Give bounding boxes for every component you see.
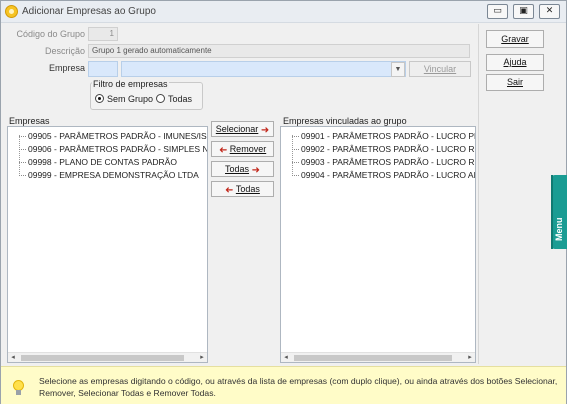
radio-sem-grupo-label[interactable]: Sem Grupo xyxy=(107,94,153,104)
arrow-right-icon: ➜ xyxy=(260,125,270,136)
remover-button[interactable]: ➜ Remover xyxy=(211,141,274,157)
minimize-button[interactable]: ▭ xyxy=(487,4,508,19)
descricao-field: Grupo 1 gerado automaticamente xyxy=(88,44,470,58)
vinculadas-title: Empresas vinculadas ao grupo xyxy=(283,116,407,126)
dialog-window: Adicionar Empresas ao Grupo ▭ ▣ ✕ Código… xyxy=(0,0,567,404)
list-item[interactable]: 09901 - PARÂMETROS PADRÃO - LUCRO PRE xyxy=(292,131,475,141)
hint-text: Selecione as empresas digitando o código… xyxy=(39,376,558,398)
selecionar-button[interactable]: Selecionar ➜ xyxy=(211,121,274,137)
menu-tab[interactable]: Menu xyxy=(551,175,567,249)
list-item[interactable]: 09903 - PARÂMETROS PADRÃO - LUCRO REA xyxy=(292,157,475,167)
scroll-thumb[interactable] xyxy=(294,355,452,361)
title-bar: Adicionar Empresas ao Grupo ▭ ▣ ✕ xyxy=(1,1,566,23)
sair-button[interactable]: Sair xyxy=(486,74,544,91)
empresa-code-input[interactable] xyxy=(88,61,118,77)
maximize-button[interactable]: ▣ xyxy=(513,4,534,19)
empresas-hscrollbar[interactable]: ◂ ▸ xyxy=(8,352,207,362)
list-item[interactable]: 09904 - PARÂMETROS PADRÃO - LUCRO ARB xyxy=(292,170,475,180)
window-title: Adicionar Empresas ao Grupo xyxy=(22,6,156,17)
vinculadas-list[interactable]: 09901 - PARÂMETROS PADRÃO - LUCRO PRE 09… xyxy=(280,126,476,363)
radio-todas[interactable] xyxy=(156,94,165,103)
arrow-left-icon: ➜ xyxy=(225,185,234,196)
vincular-button[interactable]: Vincular xyxy=(409,61,471,77)
list-item[interactable]: 09998 - PLANO DE CONTAS PADRÃO xyxy=(19,157,177,167)
menu-tab-label: Menu xyxy=(554,217,564,242)
list-item[interactable]: 09902 - PARÂMETROS PADRÃO - LUCRO REA xyxy=(292,144,475,154)
scroll-left-icon[interactable]: ◂ xyxy=(281,353,291,362)
scroll-left-icon[interactable]: ◂ xyxy=(8,353,18,362)
divider xyxy=(478,24,479,364)
todas-remove-button[interactable]: ➜ Todas xyxy=(211,181,274,197)
scroll-right-icon[interactable]: ▸ xyxy=(197,353,207,362)
radio-sem-grupo[interactable] xyxy=(95,94,104,103)
radio-todas-label[interactable]: Todas xyxy=(168,94,192,104)
filter-title: Filtro de empresas xyxy=(92,79,169,89)
hint-bar: Selecione as empresas digitando o código… xyxy=(1,366,566,404)
empresa-select[interactable] xyxy=(121,61,406,77)
empresas-title: Empresas xyxy=(9,116,50,126)
arrow-left-icon: ➜ xyxy=(218,145,228,156)
ajuda-button[interactable]: Ajuda xyxy=(486,54,544,71)
app-icon xyxy=(5,5,18,18)
descricao-label: Descrição xyxy=(44,46,85,56)
empresas-list[interactable]: 09905 - PARÂMETROS PADRÃO - IMUNES/ISEN … xyxy=(7,126,208,363)
todas-add-button[interactable]: Todas ➜ xyxy=(211,161,274,177)
chevron-down-icon[interactable]: ▼ xyxy=(391,62,405,77)
list-item[interactable]: 09906 - PARÂMETROS PADRÃO - SIMPLES NAC xyxy=(19,144,207,154)
scroll-thumb[interactable] xyxy=(21,355,184,361)
gravar-button[interactable]: Gravar xyxy=(486,30,544,48)
vinculadas-hscrollbar[interactable]: ◂ ▸ xyxy=(281,352,475,362)
codigo-label: Código do Grupo xyxy=(16,29,85,39)
empresa-label: Empresa xyxy=(48,63,85,73)
list-item[interactable]: 09905 - PARÂMETROS PADRÃO - IMUNES/ISEN xyxy=(19,131,207,141)
arrow-right-icon: ➜ xyxy=(251,165,260,176)
scroll-right-icon[interactable]: ▸ xyxy=(465,353,475,362)
lightbulb-icon xyxy=(12,380,25,395)
list-item[interactable]: 09999 - EMPRESA DEMONSTRAÇÃO LTDA xyxy=(19,170,199,180)
codigo-field: 1 xyxy=(88,27,118,41)
close-button[interactable]: ✕ xyxy=(539,4,560,19)
